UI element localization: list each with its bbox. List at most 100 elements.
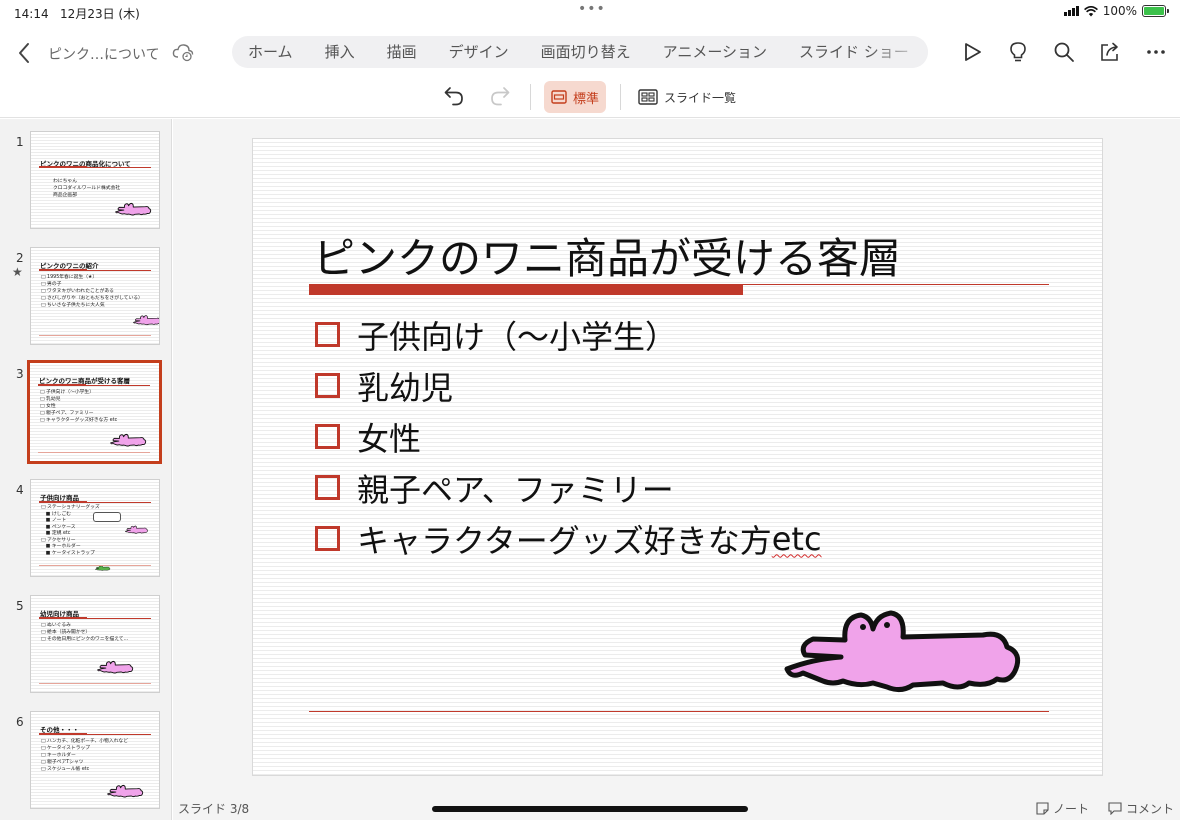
multitask-dots[interactable]: ••• <box>578 1 606 17</box>
croc-illustration[interactable] <box>783 595 1033 705</box>
tab-slideshow[interactable]: スライド ショー <box>783 36 925 68</box>
notes-label: ノート <box>1053 802 1090 816</box>
thumbnail-slide-4[interactable]: 4 子供向け商品 □ ステーショナリーグッズ ■ けしごむ ■ ノート ■ ペン… <box>0 467 172 577</box>
title-rule-thick <box>309 285 743 295</box>
bullet-item[interactable]: 親子ペア、ファミリー <box>315 462 822 513</box>
thumbnail-slide-5[interactable]: 5 幼児向け商品 □ ぬいぐるみ □ 絵本（読み聞かせ） □ その他日用にピンクのワ… <box>0 583 172 693</box>
tab-transitions[interactable]: 画面切り替え <box>525 36 647 68</box>
status-bar: 14:14 12月23日 (木) ••• 100% <box>0 0 1180 24</box>
thumbnail-slide-3[interactable]: 3 ピンクのワニ商品が受ける客層 □ 子供向け（〜小学生） □ 乳幼児 □ 女性 □ … <box>0 351 172 464</box>
thumbnail-number: 4 <box>16 483 24 497</box>
thumbnail-bottom-rule <box>39 683 151 684</box>
tab-insert[interactable]: 挿入 <box>309 36 371 68</box>
bullet-item[interactable]: キャラクターグッズ好きな方 etc <box>315 513 822 564</box>
thumbnail-card[interactable]: 幼児向け商品 □ ぬいぐるみ □ 絵本（読み聞かせ） □ その他日用にピンクのワニを… <box>30 595 160 693</box>
wifi-icon <box>1083 5 1098 16</box>
thumbnail-text: □ 子供向け（〜小学生） □ 乳幼児 □ 女性 □ 親子ペア、ファミリー □ キャラクタ… <box>40 390 118 423</box>
status-right: 100% <box>1063 4 1169 18</box>
status-time: 14:14 12月23日 (木) <box>14 7 140 21</box>
bullet-text: 親子ペア、ファミリー <box>357 470 674 509</box>
search-icon[interactable] <box>1052 40 1076 64</box>
thumbnail-card[interactable]: 子供向け商品 □ ステーショナリーグッズ ■ けしごむ ■ ノート ■ ペンケー… <box>30 479 160 577</box>
normal-view-label: 標準 <box>572 91 599 107</box>
bullet-text: 子供向け（～小学生） <box>357 317 678 356</box>
home-indicator[interactable] <box>432 806 748 812</box>
battery-percent: 100% <box>1102 4 1137 18</box>
croc-illustration <box>133 315 159 326</box>
bullet-text: キャラクターグッズ好きな方 <box>357 521 772 560</box>
thumbnail-bottom-rule <box>39 335 151 336</box>
thumbnail-rule-thick <box>39 501 87 503</box>
thumbnail-number: 6 <box>16 715 24 729</box>
bullet-item[interactable]: 子供向け（～小学生） <box>315 309 822 360</box>
current-slide[interactable]: ピンクのワニ商品が受ける客層 子供向け（～小学生） 乳幼児 女性 親子ペア、ファ… <box>252 138 1103 776</box>
tab-home[interactable]: ホーム <box>232 36 309 68</box>
comment-icon <box>1108 802 1122 815</box>
bullet-box-icon <box>315 526 340 551</box>
more-icon[interactable] <box>1144 40 1168 64</box>
thumbnail-rule-thick <box>39 269 87 271</box>
slide-counter: スライド 3/8 <box>178 802 250 816</box>
thumbnail-card-selected[interactable]: ピンクのワニ商品が受ける客層 □ 子供向け（〜小学生） □ 乳幼児 □ 女性 □ 親子… <box>27 360 162 464</box>
croc-illustration <box>115 202 152 216</box>
tab-draw[interactable]: 描画 <box>371 36 433 68</box>
comments-button[interactable]: コメント <box>1108 800 1174 817</box>
footer-rule <box>309 711 1049 712</box>
lightbulb-icon[interactable] <box>1006 40 1030 64</box>
thumbnail-card[interactable]: ピンクのワニの商品化について わにちゃん クロコダイルワールド株式会社 商品企画部 <box>30 131 160 229</box>
thumbnail-text: □ ハンカチ、化粧ポーチ、小物入れなど □ ケータイストラップ □ キーホルダー □ … <box>41 739 129 772</box>
bullet-box-icon <box>315 322 340 347</box>
thumbnail-text: □ ぬいぐるみ □ 絵本（読み聞かせ） □ その他日用にピンクのワニを描えて... <box>41 623 129 642</box>
thumbnail-card[interactable]: その他・・・ □ ハンカチ、化粧ポーチ、小物入れなど □ ケータイストラップ □ キ… <box>30 711 160 809</box>
thumbnail-slide-2[interactable]: 2 ★ ピンクのワニの紹介 □ 1995年春に誕生（★） □ 男の子 □ ワタヌキが… <box>0 235 172 345</box>
toolbar-divider <box>530 84 531 110</box>
comments-label: コメント <box>1126 802 1175 816</box>
view-toolbar: 標準 スライド一覧 <box>0 78 1180 118</box>
thumbnail-rule-thick <box>39 733 87 735</box>
undo-icon[interactable] <box>442 84 466 108</box>
thumbnail-number: 5 <box>16 599 24 613</box>
notes-button[interactable]: ノート <box>1036 800 1089 817</box>
spellcheck-word: etc <box>771 519 822 558</box>
top-toolbar: ピンク…について ホーム 挿入 描画 デザイン 画面切り替え アニメーション スライド ショ… <box>0 28 1180 76</box>
thumbnail-bottom-rule <box>39 565 151 566</box>
croc-illustration <box>125 525 148 534</box>
bullet-item[interactable]: 女性 <box>315 411 822 462</box>
slide-list-icon <box>638 89 658 105</box>
bullet-box-icon <box>315 373 340 398</box>
star-icon: ★ <box>12 265 23 279</box>
slide-title[interactable]: ピンクのワニ商品が受ける客層 <box>313 225 901 286</box>
thumbnail-rule-thick <box>38 384 86 386</box>
ribbon-tabs: ホーム 挿入 描画 デザイン 画面切り替え アニメーション スライド ショー <box>232 36 928 68</box>
redo-icon[interactable] <box>488 84 512 108</box>
back-icon[interactable] <box>14 40 36 66</box>
thumbnail-text: □ ステーショナリーグッズ ■ けしごむ ■ ノート ■ ペンケース ■ 定規 … <box>41 505 100 556</box>
cloud-sync-icon[interactable] <box>172 42 194 62</box>
thumbnail-slide-6[interactable]: 6 その他・・・ □ ハンカチ、化粧ポーチ、小物入れなど □ ケータイストラップ □… <box>0 699 172 809</box>
bullet-list[interactable]: 子供向け（～小学生） 乳幼児 女性 親子ペア、ファミリー キャラクターグッズ好き… <box>315 309 822 564</box>
cellular-icon <box>1063 6 1079 16</box>
thumbnail-card[interactable]: ピンクのワニの紹介 □ 1995年春に誕生（★） □ 男の子 □ ワタヌキがいわれた… <box>30 247 160 345</box>
thumbnail-slide-1[interactable]: 1 ピンクのワニの商品化について わにちゃん クロコダイルワールド株式会社 商品企画… <box>0 119 172 229</box>
callout-bubble <box>93 512 121 522</box>
tab-design[interactable]: デザイン <box>433 36 525 68</box>
slide-list-label: スライド一覧 <box>664 90 737 105</box>
bullet-box-icon <box>315 424 340 449</box>
thumbnail-text: □ 1995年春に誕生（★） □ 男の子 □ ワタヌキがいわれたことがある □ さびし… <box>41 275 143 308</box>
bullet-text: 女性 <box>357 419 422 458</box>
normal-view-icon <box>551 90 567 104</box>
share-icon[interactable] <box>1098 40 1122 64</box>
tab-animations[interactable]: アニメーション <box>647 36 783 68</box>
slide-list-button[interactable]: スライド一覧 <box>638 84 736 110</box>
thumbnail-text: わにちゃん クロコダイルワールド株式会社 商品企画部 <box>53 179 121 198</box>
thumbnail-rule-thick <box>39 617 87 619</box>
bullet-item[interactable]: 乳幼児 <box>315 360 822 411</box>
document-title[interactable]: ピンク…について <box>48 44 160 64</box>
thumbnail-rule-thick <box>39 166 87 168</box>
slide-thumbnail-pane[interactable]: 1 ピンクのワニの商品化について わにちゃん クロコダイルワールド株式会社 商品企画… <box>0 119 172 820</box>
battery-icon <box>1142 5 1169 17</box>
play-icon[interactable] <box>960 40 984 64</box>
thumbnail-bottom-rule <box>38 452 150 453</box>
bullet-box-icon <box>315 475 340 500</box>
normal-view-button[interactable]: 標準 <box>544 81 606 113</box>
